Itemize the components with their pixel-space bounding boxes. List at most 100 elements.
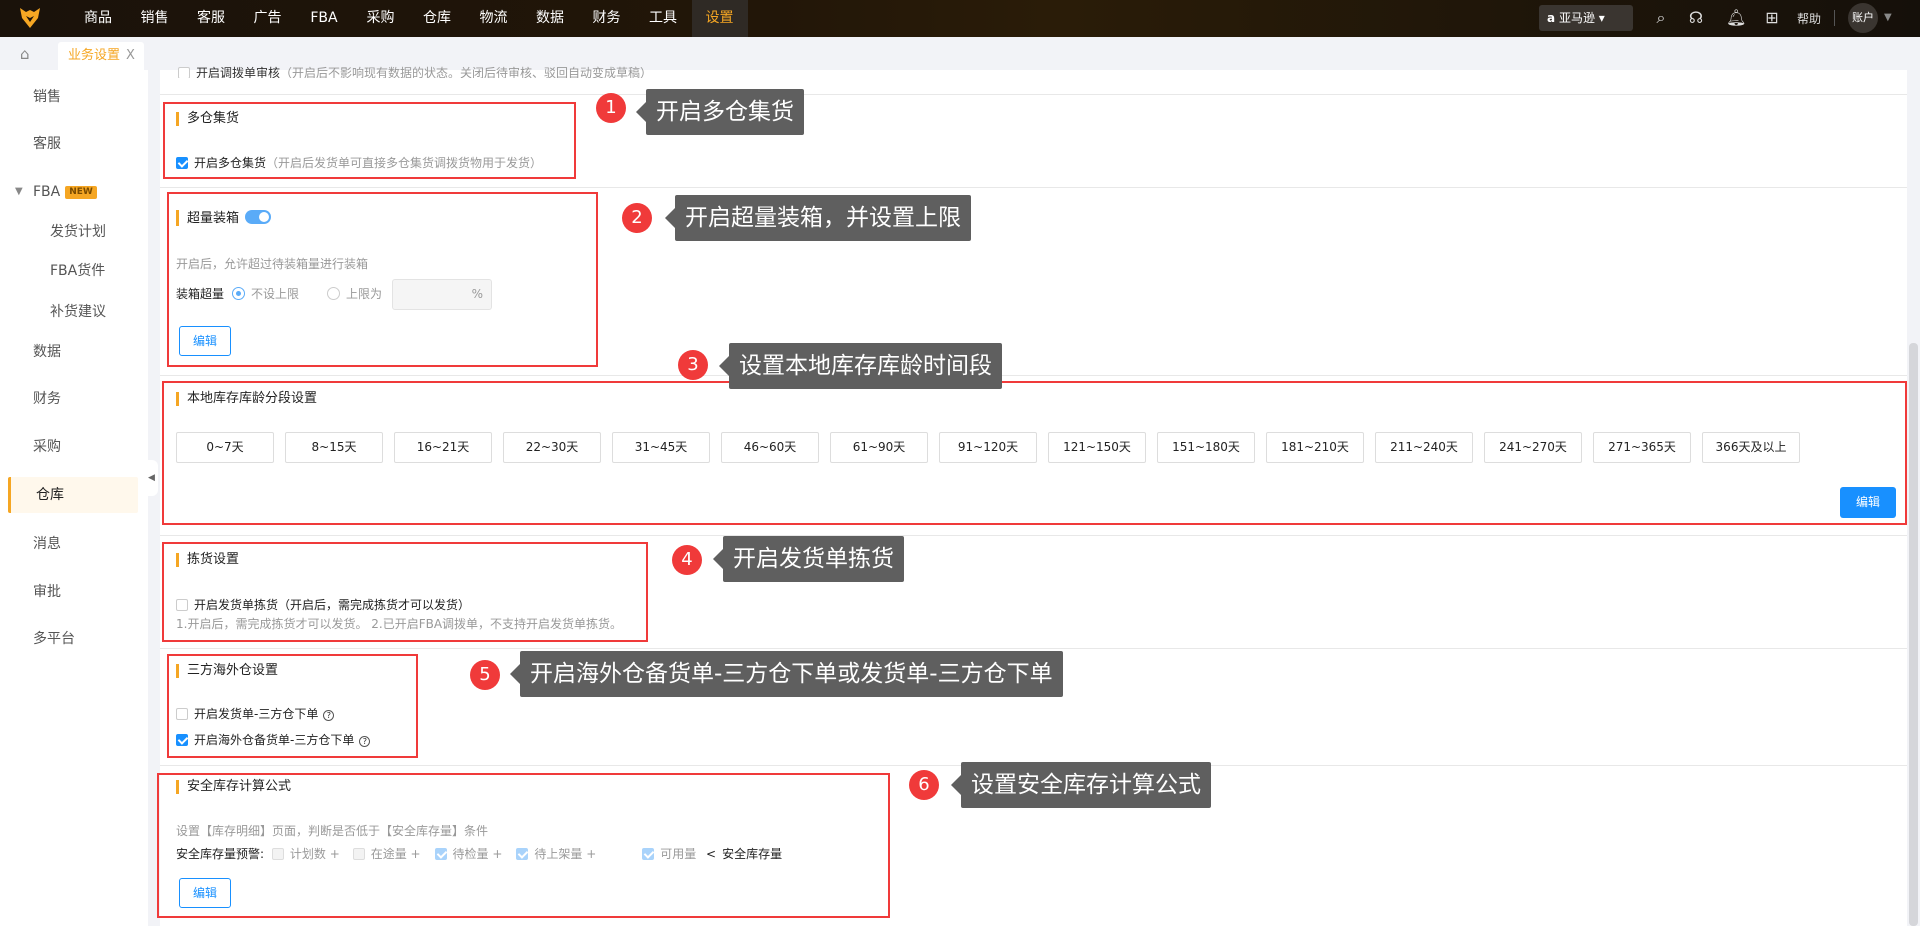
checkbox [434,848,447,860]
search-icon[interactable]: ⌕ [1651,8,1671,28]
callout-label: 开启多仓集货 [636,89,804,135]
radio-limit[interactable] [327,287,341,300]
callout-label: 设置本地库存库龄时间段 [719,343,1002,389]
age-segment: 31~45天 [612,432,710,463]
sidebar-item[interactable]: 审批 [0,574,140,610]
age-segment: 91~120天 [939,432,1037,463]
bell-icon[interactable]: 🔔︎ [1726,8,1746,28]
callout-number: 6 [909,770,939,800]
help-icon[interactable]: ? [359,736,371,747]
edit-button[interactable]: 编辑 [179,878,231,908]
logo-icon[interactable] [18,6,42,30]
section-title: 多仓集货 [176,112,239,126]
divider [160,94,1907,95]
platform-selector[interactable]: a 亚马逊 ▾ [1539,5,1633,31]
picking-option[interactable]: 开启发货单拣货（开启后，需完成拣货才可以发货） [176,596,470,613]
nav-item[interactable]: 商品 [70,0,126,37]
checkbox [271,848,284,860]
account-dropdown-icon[interactable]: ▼ [1884,12,1892,23]
apps-grid-icon[interactable]: ⊞ [1762,8,1782,28]
nav-item[interactable]: 设置 [691,0,748,37]
section-title: 超量装箱 [176,210,272,226]
age-segment: 8~15天 [285,432,383,463]
sidebar-item[interactable]: 消息 [0,526,140,562]
callout-number: 2 [622,203,652,233]
checkbox[interactable] [176,734,188,746]
nav-item[interactable]: 物流 [466,0,522,37]
nav-item[interactable]: 工具 [635,0,691,37]
sidebar-item[interactable]: 客服 [0,126,140,162]
third-party-shipment-option[interactable]: 开启发货单-三方仓下单? [176,705,335,722]
home-icon[interactable]: ⌂ [20,45,38,63]
tab-label: 业务设置 [68,48,121,63]
collapse-sidebar-icon[interactable]: ◀ [148,460,158,496]
scrollbar-thumb[interactable] [1909,343,1918,926]
checkbox [516,848,529,860]
sidebar-item[interactable]: ▼ FBA NEW [0,174,140,210]
account-avatar[interactable]: 账户 [1848,3,1878,33]
nav-item[interactable]: 客服 [183,0,239,37]
nav-item[interactable]: FBA [296,0,352,37]
headset-icon[interactable]: ☊ [1686,8,1706,28]
partial-row: 开启调拨单审核（开启后不影响现有数据的状态。关闭后待审核、驳回自动变成草稿） [178,64,652,78]
checkbox [642,848,655,860]
callout-label: 设置安全库存计算公式 [951,762,1211,808]
picking-note: 1.开启后，需完成拣货才可以发货。 2.已开启FBA调拨单，不支持开启发货单拣货… [176,617,623,631]
nav-item[interactable]: 财务 [579,0,635,37]
section-title: 本地库存库龄分段设置 [176,392,317,406]
safety-stock-formula: 安全库存量预警: 计划数 + 在途量 + 待检量 + 待上架量 + 可用量 < 安… [176,847,783,861]
callout-label: 开启发货单拣货 [713,536,904,582]
section-title: 三方海外仓设置 [176,664,278,678]
callout-number: 5 [470,660,500,690]
tab-business-settings[interactable]: 业务设置 X [58,42,144,70]
sidebar-item[interactable]: 销售 [0,79,140,115]
divider [1834,10,1835,26]
section-desc: 开启后，允许超过待装箱量进行装箱 [176,257,369,271]
third-party-stock-option[interactable]: 开启海外仓备货单-三方仓下单? [176,731,371,748]
multi-warehouse-option[interactable]: 开启多仓集货（开启后发货单可直接多仓集货调拨货物用于发货） [176,154,542,171]
divider [160,187,1907,188]
limit-percent-input[interactable]: % [392,279,493,310]
callout-label: 开启海外仓备货单-三方仓下单或发货单-三方仓下单 [510,651,1063,697]
nav-item[interactable]: 销售 [127,0,183,37]
age-segment: 121~150天 [1048,432,1146,463]
age-segment: 0~7天 [176,432,274,463]
radio-no-limit[interactable] [232,287,246,300]
divider [160,535,1907,536]
sidebar-item[interactable]: 补货建议 [0,294,140,330]
section-desc: 设置【库存明细】页面，判断是否低于【安全库存量】条件 [176,824,489,838]
nav-item[interactable]: 广告 [240,0,296,37]
age-segment: 366天及以上 [1702,432,1800,463]
nav-item[interactable]: 数据 [522,0,578,37]
divider [160,375,1907,376]
sidebar-item[interactable]: 多平台 [0,621,140,657]
age-segment: 241~270天 [1484,432,1582,463]
platform-label: 亚马逊 [1558,11,1595,25]
edit-button[interactable]: 编辑 [1840,487,1896,518]
close-tab-icon[interactable]: X [126,48,135,63]
age-segment: 181~210天 [1266,432,1364,463]
sidebar-item[interactable]: 数据 [0,334,140,370]
sidebar-item[interactable]: 采购 [0,429,140,465]
edit-button[interactable]: 编辑 [179,326,231,356]
age-segment: 151~180天 [1157,432,1255,463]
sidebar-item[interactable]: 财务 [0,381,140,417]
checkbox[interactable] [178,67,190,78]
section-title: 拣货设置 [176,553,239,567]
sidebar-item[interactable]: FBA货件 [0,253,140,289]
nav-item[interactable]: 仓库 [409,0,465,37]
checkbox[interactable] [176,708,188,720]
checkbox[interactable] [176,157,188,169]
expand-caret-icon: ▼ [15,186,23,197]
help-link[interactable]: 帮助 [1797,10,1821,27]
callout-number: 3 [678,350,708,380]
overpack-limit-row: 装箱超量 不设上限 上限为% [176,279,493,310]
nav-item[interactable]: 采购 [353,0,409,37]
overpack-toggle[interactable] [245,210,272,224]
checkbox[interactable] [176,599,188,611]
help-icon[interactable]: ? [323,710,335,721]
sidebar-item[interactable]: 仓库 [8,477,138,513]
callout-number: 4 [672,545,702,575]
age-segment: 211~240天 [1375,432,1473,463]
sidebar-item[interactable]: 发货计划 [0,214,140,250]
